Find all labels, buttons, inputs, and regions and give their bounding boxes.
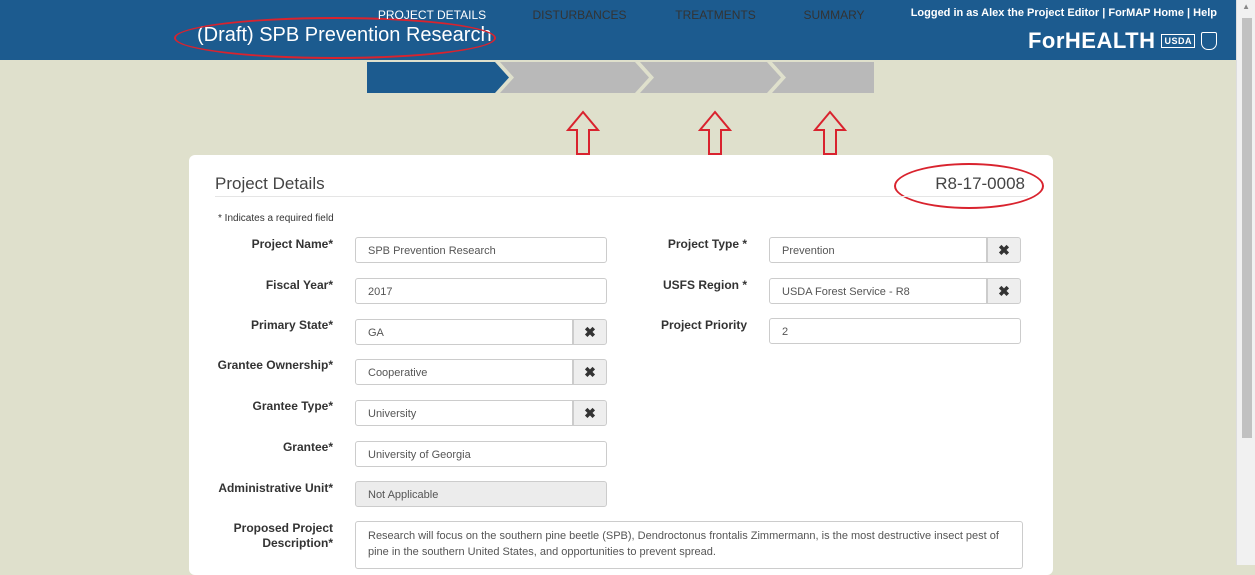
primary-state-label: Primary State*	[250, 318, 333, 332]
scroll-thumb[interactable]	[1242, 18, 1252, 438]
usda-logo-icon: USDA	[1161, 34, 1195, 48]
tab-project-details[interactable]: PROJECT DETAILS	[367, 0, 497, 31]
tab-disturbances[interactable]: DISTURBANCES	[512, 0, 647, 31]
project-type-select[interactable]: Prevention	[769, 237, 987, 263]
brand-name: ForHEALTH	[1027, 28, 1156, 53]
help-link[interactable]: Help	[1193, 7, 1217, 19]
annotation-arrow-up-icon	[698, 110, 732, 155]
section-title: Project Details	[215, 174, 325, 193]
logged-in-text: Logged in as Alex the Project Editor	[910, 7, 1100, 19]
top-links: Logged in as Alex the Project Editor | F…	[911, 7, 1217, 19]
grantee-label: Grantee*	[282, 440, 333, 454]
grantee-input[interactable]: University of Georgia	[355, 441, 607, 467]
primary-state-select[interactable]: GA	[355, 319, 573, 345]
forest-service-shield-icon	[1201, 32, 1217, 50]
scroll-up-icon[interactable]: ▲	[1242, 2, 1250, 11]
administrative-unit-input: Not Applicable	[355, 481, 607, 507]
project-priority-input[interactable]: 2	[769, 318, 1021, 344]
annotation-arrow-up-icon	[566, 110, 600, 155]
description-label-line1: Proposed Project	[233, 521, 333, 535]
annotation-arrow-up-icon	[813, 110, 847, 155]
clear-icon[interactable]: ✖	[573, 359, 607, 385]
usfs-region-select[interactable]: USDA Forest Service - R8	[769, 278, 987, 304]
description-label: Proposed Project Description*	[209, 521, 333, 551]
grantee-ownership-select[interactable]: Cooperative	[355, 359, 573, 385]
required-field-note: * Indicates a required field	[218, 213, 334, 224]
project-priority-label: Project Priority	[660, 318, 747, 332]
project-name-label: Project Name*	[251, 237, 333, 251]
description-label-line2: Description*	[262, 536, 333, 550]
project-id-annotation-oval	[894, 163, 1044, 209]
separator: |	[1102, 7, 1106, 19]
separator: |	[1187, 7, 1191, 19]
administrative-unit-label: Administrative Unit*	[218, 481, 333, 495]
fiscal-year-label: Fiscal Year*	[265, 278, 333, 292]
step-project-details-shape[interactable]	[367, 62, 509, 93]
tab-treatments[interactable]: TREATMENTS	[652, 0, 779, 31]
project-type-label: Project Type *	[667, 237, 747, 251]
divider	[215, 196, 1028, 197]
description-textarea[interactable]: Research will focus on the southern pine…	[355, 521, 1023, 569]
wizard-steps	[367, 62, 874, 93]
clear-icon[interactable]: ✖	[987, 237, 1021, 263]
clear-icon[interactable]: ✖	[987, 278, 1021, 304]
step-disturbances-shape[interactable]	[500, 62, 649, 93]
grantee-ownership-label: Grantee Ownership*	[217, 358, 333, 372]
usfs-region-label: USFS Region *	[662, 278, 747, 292]
grantee-type-label: Grantee Type*	[252, 399, 333, 413]
fiscal-year-input[interactable]: 2017	[355, 278, 607, 304]
clear-icon[interactable]: ✖	[573, 319, 607, 345]
tab-summary[interactable]: SUMMARY	[784, 0, 884, 31]
vertical-scrollbar[interactable]: ▲	[1236, 0, 1255, 565]
formap-home-link[interactable]: ForMAP Home	[1108, 7, 1184, 19]
brand: ForHEALTH USDA	[1028, 28, 1217, 54]
grantee-type-select[interactable]: University	[355, 400, 573, 426]
project-details-card: Project Details R8-17-0008 * Indicates a…	[189, 155, 1053, 575]
clear-icon[interactable]: ✖	[573, 400, 607, 426]
project-name-input[interactable]: SPB Prevention Research	[355, 237, 607, 263]
step-treatments-shape[interactable]	[640, 62, 781, 93]
step-summary-shape[interactable]	[772, 62, 874, 93]
